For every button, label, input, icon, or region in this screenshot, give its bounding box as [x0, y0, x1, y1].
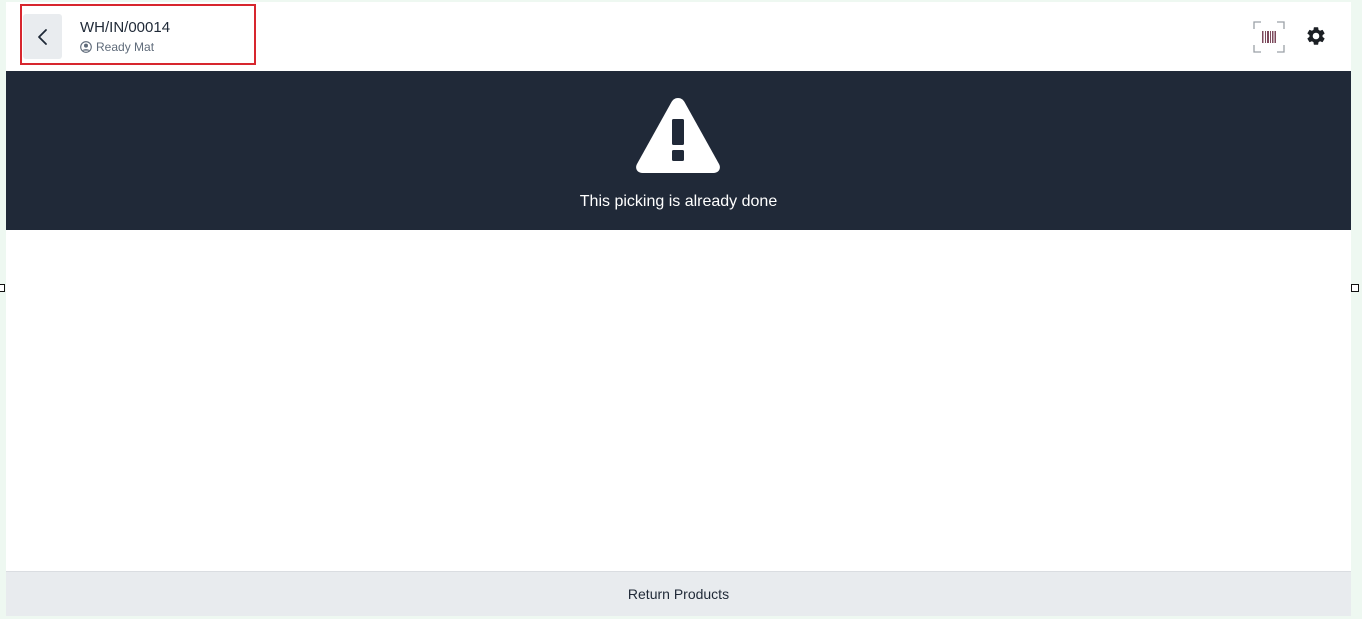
user-circle-icon	[80, 41, 92, 53]
resize-handle-right[interactable]	[1351, 284, 1359, 292]
warning-triangle-icon	[636, 98, 720, 173]
gear-icon	[1307, 27, 1325, 45]
return-products-button[interactable]: Return Products	[6, 571, 1351, 616]
header-bar: WH/IN/00014 Ready Mat	[6, 2, 1351, 71]
settings-button[interactable]	[1305, 25, 1327, 47]
resize-handle-left[interactable]	[0, 284, 5, 292]
partner-name: Ready Mat	[96, 40, 155, 54]
status-banner: This picking is already done	[6, 71, 1351, 230]
chevron-left-icon	[37, 28, 47, 45]
content-area	[6, 230, 1351, 571]
barcode-picking-view: WH/IN/00014 Ready Mat This picking is al…	[6, 2, 1351, 616]
status-message: This picking is already done	[579, 193, 778, 210]
partner-line: Ready Mat	[80, 40, 154, 54]
barcode-scan-button[interactable]	[1253, 21, 1285, 53]
barcode-scan-icon	[1253, 21, 1285, 53]
back-button[interactable]	[23, 14, 62, 59]
picking-reference: WH/IN/00014	[80, 19, 171, 36]
